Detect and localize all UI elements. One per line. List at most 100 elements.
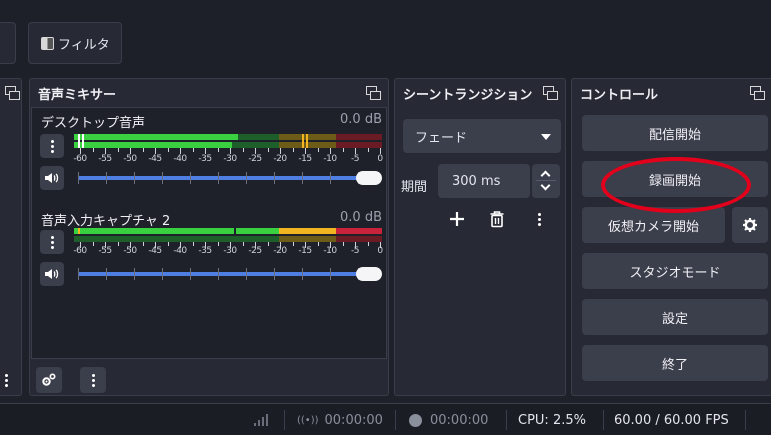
meter-tick [92,148,94,152]
slider-tick [302,172,303,184]
slider-tick [190,172,191,184]
plus-icon [450,212,464,226]
speaker-icon [45,173,59,183]
controls-header: コントロール [572,79,771,107]
streaming-time: 00:00:00 [324,412,383,428]
volume-slider-handle[interactable] [356,267,382,281]
meter-tick [142,148,144,152]
advanced-audio-properties-button[interactable] [36,367,62,393]
channel-menu-button[interactable] [40,230,64,254]
slider-tick [330,172,331,184]
volume-meter [74,228,382,242]
mixer-channel-list: デスクトップ音声 0.0 dB -60 -55 -50 -45 -40 -35 -30 -25… [31,107,387,359]
meter-scale-label: -50 [123,154,137,164]
highlight-ring [601,157,751,213]
status-bar: ((•)) 00:00:00 00:00:00 CPU: 2.5% 60.00 … [0,403,771,435]
meter-scale-label: -60 [73,154,87,164]
meter-tick [317,148,319,152]
meter-tick [292,148,294,152]
chevron-down-icon[interactable] [540,180,551,191]
slider-tick [274,268,275,280]
mixer-channel-desktop-audio: デスクトップ音声 0.0 dB -60 -55 -50 -45 -40 -35 -30 -25… [32,108,386,204]
slider-tick [78,172,79,184]
exit-label: 終了 [661,357,688,373]
undock-icon[interactable] [750,86,765,100]
mute-button[interactable] [40,262,64,286]
streaming-status: ((•)) 00:00:00 [297,404,383,435]
slider-tick [162,268,163,280]
toolbar-button-partial[interactable] [0,22,16,64]
mixer-channel-audio-input-2: 音声入力キャプチャ 2 0.0 dB -60 -55 -50 -45 -40 -35 -30… [32,206,386,302]
settings-button[interactable]: 設定 [582,299,768,335]
transition-select-value: フェード [415,130,468,146]
audio-mixer-title: 音声ミキサー [38,87,117,103]
fps-readout: 60.00 / 60.00 FPS [614,404,729,435]
meter-scale-label: -45 [148,154,162,164]
transitions-title: シーントランジション [403,87,533,103]
virtual-camera-settings-button[interactable] [732,207,768,243]
meter-scale-label: -60 [73,246,87,256]
slider-tick [106,172,107,184]
meter-scale-label: -30 [223,154,237,164]
transitions-header: シーントランジション [395,79,565,107]
studio-mode-button[interactable]: スタジオモード [582,253,768,289]
meter-scale: -60 -55 -50 -45 -40 -35 -30 -25 -20 -15 -10 -5 0 [73,154,383,166]
speaker-icon [45,269,59,279]
transition-select[interactable]: フェード [403,119,561,153]
slider-tick [134,268,135,280]
filters-button-label: フィルタ [58,37,110,53]
duration-label: 期間 [401,180,428,195]
transition-properties-button[interactable] [525,206,553,232]
slider-tick [78,268,79,280]
slider-tick [134,172,135,184]
meter-scale-label: -15 [298,154,312,164]
meter-scale-label: -40 [173,246,187,256]
slider-tick [190,268,191,280]
channel-db: 0.0 dB [340,112,382,127]
duration-stepper[interactable] [532,164,560,198]
channel-db: 0.0 dB [340,210,382,225]
undock-icon[interactable] [5,86,20,100]
start-streaming-label: 配信開始 [648,127,701,143]
slider-tick [302,268,303,280]
channel-menu-button[interactable] [40,134,64,158]
slider-tick [218,172,219,184]
mute-button[interactable] [40,166,64,190]
studio-mode-label: スタジオモード [629,265,721,281]
filters-button[interactable]: フィルタ [28,22,122,64]
meter-scale-label: -5 [351,246,359,256]
scenes-menu-button[interactable] [5,369,11,391]
volume-slider-handle[interactable] [356,171,382,185]
duration-input[interactable]: 300 ms [438,164,530,198]
meter-tick [267,148,269,152]
meter-scale: -60 -55 -50 -45 -40 -35 -30 -25 -20 -15 -10 -5 0 [73,246,383,258]
meter-scale-label: -25 [248,246,262,256]
meter-tick [367,148,369,152]
undock-icon[interactable] [366,86,381,100]
network-signal-icon [253,404,269,435]
start-streaming-button[interactable]: 配信開始 [582,115,768,151]
meter-scale-label: -30 [223,246,237,256]
meter-tick [192,148,194,152]
scenes-dock-partial [0,78,22,396]
add-transition-button[interactable] [443,206,471,232]
audio-mixer-header: 音声ミキサー [30,79,388,107]
meter-scale-label: -45 [148,246,162,256]
chevron-up-icon[interactable] [540,170,551,181]
meter-scale-label: 0 [377,246,383,256]
trash-icon [490,211,504,228]
undock-icon[interactable] [543,86,558,100]
controls-title: コントロール [580,87,659,103]
volume-slider-ticks [78,172,362,184]
meter-level-left [74,134,238,140]
meter-tick [242,148,244,152]
exit-button[interactable]: 終了 [582,345,768,381]
slider-tick [162,172,163,184]
start-virtual-camera-button[interactable]: 仮想カメラ開始 [582,207,725,243]
mixer-menu-button[interactable] [80,367,106,393]
meter-tick [167,148,169,152]
meter-scale-label: -10 [323,154,337,164]
remove-transition-button[interactable] [483,206,511,232]
slider-tick [274,172,275,184]
meter-tick [342,148,344,152]
